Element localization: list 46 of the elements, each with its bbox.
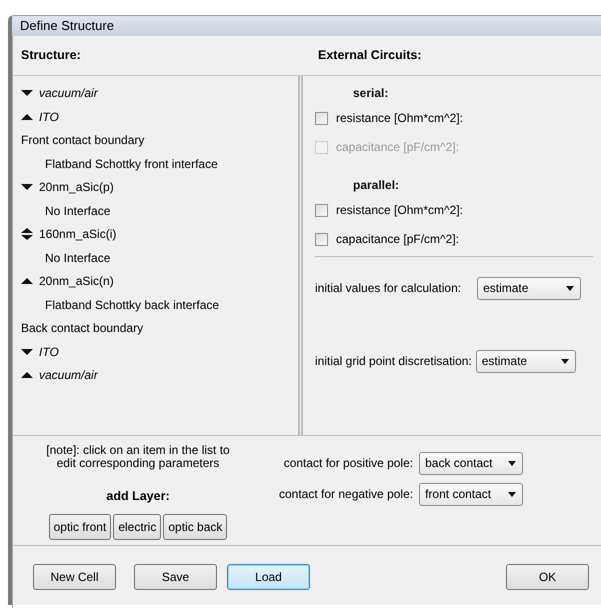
list-item[interactable]: vacuum/air (39, 84, 98, 102)
section-heading: External Circuits: (318, 48, 422, 62)
group-label: parallel: (353, 176, 400, 194)
dialog-button[interactable]: Save (134, 564, 217, 590)
checkbox[interactable] (315, 112, 328, 124)
list-item[interactable]: Flatband Schottky back interface (45, 296, 220, 314)
caret-icon (566, 286, 574, 290)
list-item[interactable]: vacuum/air (39, 366, 98, 384)
add-layer-label: add Layer: (106, 488, 170, 506)
list-item[interactable]: Back contact boundary (21, 319, 144, 338)
dialog-button[interactable]: Load (227, 564, 310, 590)
list-item[interactable]: 160nm_aSic(i) (39, 225, 116, 244)
dropdown[interactable]: estimate (477, 276, 582, 300)
checkbox[interactable] (315, 232, 328, 246)
checkbox-label: resistance [Ohm*cm^2]: (336, 202, 464, 219)
list-item[interactable]: No Interface (45, 202, 110, 220)
add-layer-button[interactable]: optic front (48, 514, 112, 540)
note-text: [note]: click on an item in the list to edit corresponding parameters (46, 444, 230, 472)
caret-icon (508, 492, 516, 496)
setting-label: initial values for calculation: (315, 280, 462, 297)
dialog-button[interactable]: OK (506, 564, 589, 590)
window-title: Define Structure (20, 17, 114, 35)
contact-label: contact for positive pole: (284, 455, 414, 472)
list-item[interactable]: Flatband Schottky front interface (45, 154, 218, 173)
add-layer-button[interactable]: optic back (163, 514, 228, 540)
section-heading: Structure: (21, 48, 81, 62)
list-item[interactable]: ITO (39, 108, 59, 126)
dropdown[interactable]: front contact (419, 482, 524, 506)
dropdown[interactable]: back contact (419, 452, 524, 474)
dialog-button[interactable]: New Cell (33, 564, 116, 590)
list-item[interactable]: 20nm_aSic(n) (39, 272, 114, 290)
list-item[interactable]: No Interface (45, 248, 110, 267)
list-item[interactable]: 20nm_aSic(p) (39, 178, 114, 196)
contact-label: contact for negative pole: (279, 486, 414, 503)
group-label: serial: (353, 84, 388, 102)
checkbox-label: capacitance [pF/cm^2]: (336, 231, 460, 248)
checkbox-label: resistance [Ohm*cm^2]: (336, 110, 464, 127)
list-item[interactable]: Front contact boundary (21, 131, 144, 150)
setting-label: initial grid point discretisation: (315, 353, 472, 370)
dropdown[interactable]: estimate (476, 350, 576, 372)
caret-icon (508, 460, 516, 466)
add-layer-button[interactable]: electric (113, 514, 162, 540)
checkbox-label: capacitance [pF/cm^2]: (336, 139, 460, 156)
checkbox[interactable] (315, 204, 328, 216)
caret-icon (560, 358, 569, 364)
list-item[interactable]: ITO (39, 342, 59, 361)
